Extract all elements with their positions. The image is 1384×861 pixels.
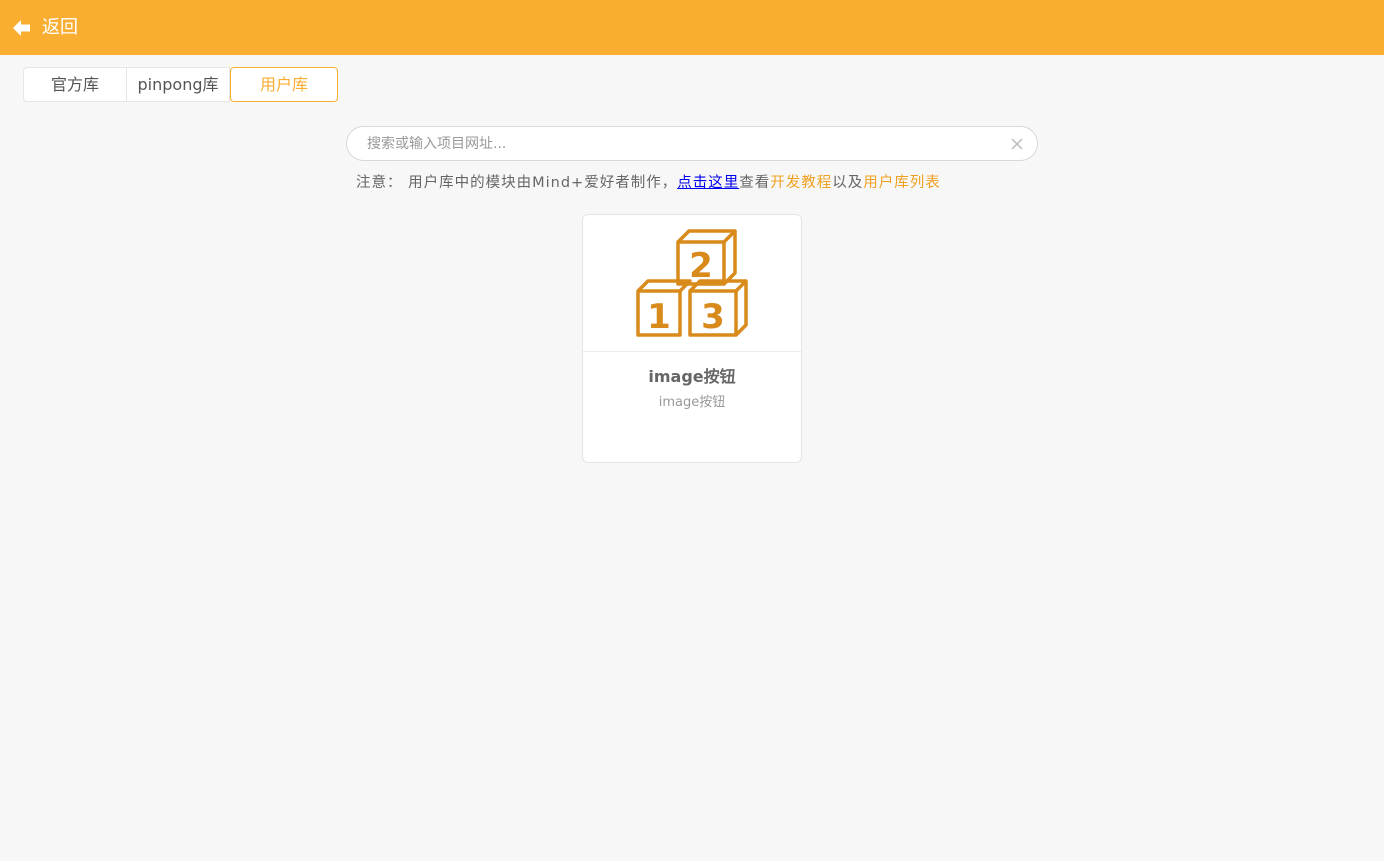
tab-user-library[interactable]: 用户库 (230, 67, 338, 102)
click-here-link[interactable]: 点击这里 (677, 175, 739, 191)
back-button[interactable]: 返回 (12, 14, 78, 42)
number-blocks-icon: 2 1 3 (636, 229, 748, 337)
svg-text:3: 3 (701, 297, 725, 337)
notice-and: 以及 (832, 175, 864, 191)
card-image: 2 1 3 (583, 215, 801, 352)
library-tabs: 官方库 pinpong库 用户库 (23, 67, 338, 102)
tab-official-library[interactable]: 官方库 (23, 67, 127, 102)
extension-card[interactable]: 2 1 3 image按钮 image按钮 (582, 214, 802, 463)
search-box (346, 126, 1038, 161)
svg-text:1: 1 (647, 297, 671, 337)
arrow-left-icon (12, 19, 32, 37)
top-bar: 返回 (0, 0, 1384, 55)
back-label: 返回 (42, 17, 78, 38)
search-input[interactable] (367, 127, 997, 160)
card-description: image按钮 (658, 395, 726, 410)
notice-view: 查看 (739, 175, 771, 191)
close-icon[interactable] (1009, 136, 1025, 152)
tab-pinpong-library[interactable]: pinpong库 (127, 67, 230, 102)
user-library-list-link[interactable]: 用户库列表 (863, 175, 941, 191)
notice-text: 注意： 用户库中的模块由Mind+爱好者制作，点击这里查看开发教程以及用户库列表 (356, 172, 941, 194)
notice-prefix: 注意： 用户库中的模块由Mind+爱好者制作， (356, 175, 678, 191)
svg-text:2: 2 (689, 246, 713, 286)
card-title: image按钮 (648, 367, 736, 386)
dev-tutorial-link[interactable]: 开发教程 (770, 175, 832, 191)
